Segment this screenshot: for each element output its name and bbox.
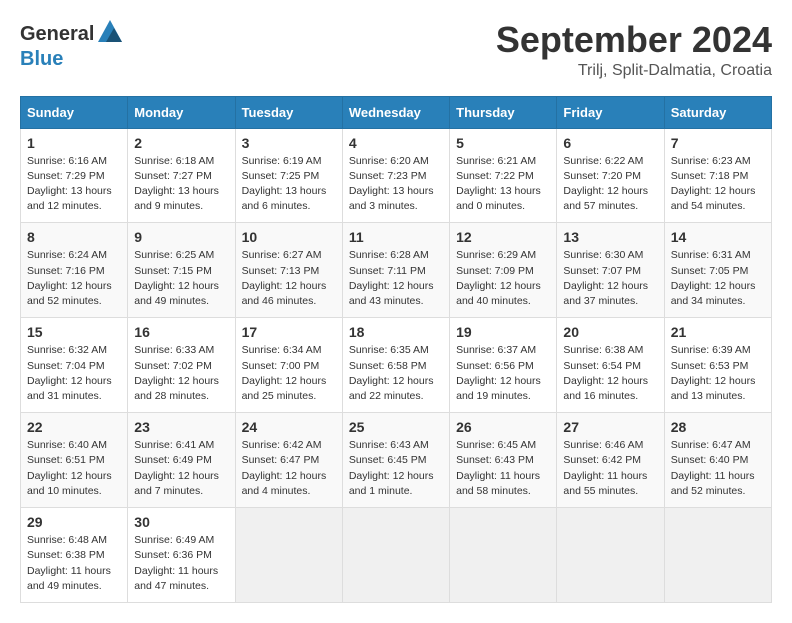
day-29: 29 Sunrise: 6:48 AMSunset: 6:38 PMDaylig… xyxy=(21,508,128,603)
empty-cell-4 xyxy=(557,508,664,603)
day-24: 24 Sunrise: 6:42 AMSunset: 6:47 PMDaylig… xyxy=(235,413,342,508)
day-3: 3 Sunrise: 6:19 AMSunset: 7:25 PMDayligh… xyxy=(235,128,342,223)
logo: General Blue xyxy=(20,20,124,70)
week-3: 15 Sunrise: 6:32 AMSunset: 7:04 PMDaylig… xyxy=(21,318,772,413)
week-2: 8 Sunrise: 6:24 AMSunset: 7:16 PMDayligh… xyxy=(21,223,772,318)
day-16: 16 Sunrise: 6:33 AMSunset: 7:02 PMDaylig… xyxy=(128,318,235,413)
page-header: General Blue September 2024 Trilj, Split… xyxy=(20,20,772,80)
day-20: 20 Sunrise: 6:38 AMSunset: 6:54 PMDaylig… xyxy=(557,318,664,413)
logo-blue: Blue xyxy=(20,48,124,70)
day-11: 11 Sunrise: 6:28 AMSunset: 7:11 PMDaylig… xyxy=(342,223,449,318)
day-28: 28 Sunrise: 6:47 AMSunset: 6:40 PMDaylig… xyxy=(664,413,771,508)
day-2: 2 Sunrise: 6:18 AMSunset: 7:27 PMDayligh… xyxy=(128,128,235,223)
calendar-table: Sunday Monday Tuesday Wednesday Thursday… xyxy=(20,96,772,603)
day-14: 14 Sunrise: 6:31 AMSunset: 7:05 PMDaylig… xyxy=(664,223,771,318)
day-17: 17 Sunrise: 6:34 AMSunset: 7:00 PMDaylig… xyxy=(235,318,342,413)
day-15: 15 Sunrise: 6:32 AMSunset: 7:04 PMDaylig… xyxy=(21,318,128,413)
day-27: 27 Sunrise: 6:46 AMSunset: 6:42 PMDaylig… xyxy=(557,413,664,508)
logo-icon xyxy=(96,18,124,46)
header-monday: Monday xyxy=(128,96,235,128)
day-9: 9 Sunrise: 6:25 AMSunset: 7:15 PMDayligh… xyxy=(128,223,235,318)
day-23: 23 Sunrise: 6:41 AMSunset: 6:49 PMDaylig… xyxy=(128,413,235,508)
day-8: 8 Sunrise: 6:24 AMSunset: 7:16 PMDayligh… xyxy=(21,223,128,318)
day-30: 30 Sunrise: 6:49 AMSunset: 6:36 PMDaylig… xyxy=(128,508,235,603)
week-4: 22 Sunrise: 6:40 AMSunset: 6:51 PMDaylig… xyxy=(21,413,772,508)
day-1: 1 Sunrise: 6:16 AMSunset: 7:29 PMDayligh… xyxy=(21,128,128,223)
day-22: 22 Sunrise: 6:40 AMSunset: 6:51 PMDaylig… xyxy=(21,413,128,508)
day-26: 26 Sunrise: 6:45 AMSunset: 6:43 PMDaylig… xyxy=(450,413,557,508)
month-title: September 2024 xyxy=(496,20,772,60)
day-13: 13 Sunrise: 6:30 AMSunset: 7:07 PMDaylig… xyxy=(557,223,664,318)
day-7: 7 Sunrise: 6:23 AMSunset: 7:18 PMDayligh… xyxy=(664,128,771,223)
header-tuesday: Tuesday xyxy=(235,96,342,128)
title-block: September 2024 Trilj, Split-Dalmatia, Cr… xyxy=(496,20,772,80)
header-saturday: Saturday xyxy=(664,96,771,128)
day-6: 6 Sunrise: 6:22 AMSunset: 7:20 PMDayligh… xyxy=(557,128,664,223)
empty-cell-5 xyxy=(664,508,771,603)
empty-cell-1 xyxy=(235,508,342,603)
day-10: 10 Sunrise: 6:27 AMSunset: 7:13 PMDaylig… xyxy=(235,223,342,318)
header-wednesday: Wednesday xyxy=(342,96,449,128)
location-title: Trilj, Split-Dalmatia, Croatia xyxy=(496,62,772,80)
day-18: 18 Sunrise: 6:35 AMSunset: 6:58 PMDaylig… xyxy=(342,318,449,413)
header-thursday: Thursday xyxy=(450,96,557,128)
day-25: 25 Sunrise: 6:43 AMSunset: 6:45 PMDaylig… xyxy=(342,413,449,508)
header-sunday: Sunday xyxy=(21,96,128,128)
day-19: 19 Sunrise: 6:37 AMSunset: 6:56 PMDaylig… xyxy=(450,318,557,413)
logo-general: General xyxy=(20,23,94,45)
empty-cell-3 xyxy=(450,508,557,603)
header-friday: Friday xyxy=(557,96,664,128)
day-12: 12 Sunrise: 6:29 AMSunset: 7:09 PMDaylig… xyxy=(450,223,557,318)
empty-cell-2 xyxy=(342,508,449,603)
week-1: 1 Sunrise: 6:16 AMSunset: 7:29 PMDayligh… xyxy=(21,128,772,223)
day-5: 5 Sunrise: 6:21 AMSunset: 7:22 PMDayligh… xyxy=(450,128,557,223)
weekday-header-row: Sunday Monday Tuesday Wednesday Thursday… xyxy=(21,96,772,128)
week-5: 29 Sunrise: 6:48 AMSunset: 6:38 PMDaylig… xyxy=(21,508,772,603)
day-4: 4 Sunrise: 6:20 AMSunset: 7:23 PMDayligh… xyxy=(342,128,449,223)
day-21: 21 Sunrise: 6:39 AMSunset: 6:53 PMDaylig… xyxy=(664,318,771,413)
